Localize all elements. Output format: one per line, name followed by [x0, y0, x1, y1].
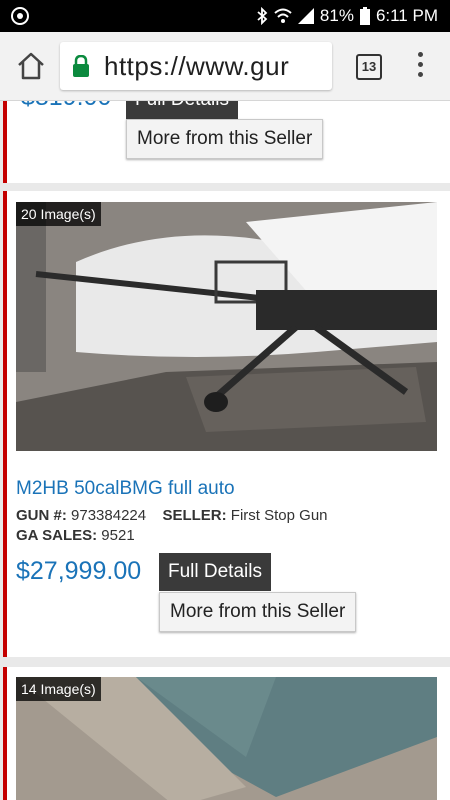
status-bar: 81% 6:11 PM	[0, 0, 450, 32]
tab-switcher-button[interactable]: 13	[356, 54, 382, 80]
sales-label: GA SALES:	[16, 527, 98, 544]
listing-price: $819.00	[21, 101, 111, 112]
app-notification-icon	[11, 7, 29, 25]
machine-gun-photo	[16, 202, 437, 451]
battery-percent: 81%	[319, 6, 354, 25]
bluetooth-icon	[257, 7, 268, 25]
image-count-badge: 20 Image(s)	[16, 202, 101, 226]
browser-toolbar: https://www.gur 13	[0, 32, 450, 101]
seller-name[interactable]: First Stop Gun	[231, 507, 328, 524]
listing-card: $819.00 Full Details More from this Sell…	[3, 101, 450, 183]
full-details-button[interactable]: Full Details	[126, 101, 238, 119]
overflow-menu-icon[interactable]	[414, 52, 426, 82]
listing-meta-row: GUN #: 973384224 SELLER: First Stop Gun	[16, 507, 328, 524]
gun-number-label: GUN #:	[16, 507, 67, 524]
battery-icon	[359, 7, 370, 25]
lock-icon	[73, 55, 89, 77]
listing-photo[interactable]: 20 Image(s)	[16, 202, 437, 451]
listing-title-link[interactable]: M2HB 50calBMG full auto	[16, 478, 235, 500]
listing-price: $27,999.00	[16, 557, 142, 585]
clock: 6:11 PM	[375, 6, 438, 25]
listing-card: 20 Image(s) M2HB 50calBMG full auto GUN …	[3, 191, 450, 657]
url-text: https://www.gur	[104, 51, 290, 81]
image-count-badge: 14 Image(s)	[16, 677, 101, 701]
seller-label: SELLER:	[162, 507, 227, 524]
url-bar[interactable]: https://www.gur	[60, 42, 332, 90]
listing-feed: $819.00 Full Details More from this Sell…	[0, 101, 450, 800]
more-from-seller-button[interactable]: More from this Seller	[126, 119, 324, 159]
wifi-icon	[274, 8, 292, 23]
listing-photo[interactable]: 14 Image(s)	[16, 677, 437, 800]
more-from-seller-button[interactable]: More from this Seller	[159, 592, 357, 632]
listing-card: 14 Image(s)	[3, 667, 450, 800]
gun-number: 973384224	[71, 507, 147, 524]
listing-sales-row: GA SALES: 9521	[16, 527, 135, 544]
cell-signal-icon	[297, 8, 314, 24]
sales-count: 9521	[101, 527, 135, 544]
full-details-button[interactable]: Full Details	[159, 553, 271, 591]
home-icon[interactable]	[14, 49, 48, 83]
